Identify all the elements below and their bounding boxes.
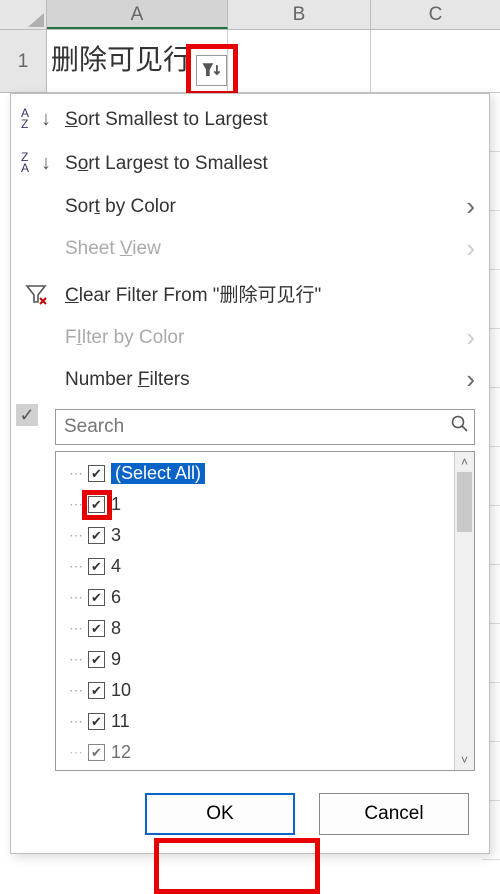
filter-value-item[interactable]: ⋯ ✔ 11 — [68, 706, 454, 737]
ok-button[interactable]: OK — [145, 793, 295, 835]
checkbox-item[interactable]: ✔ — [88, 589, 105, 606]
item-label: 3 — [111, 525, 121, 546]
filter-value-item[interactable]: ⋯ ✔ 6 — [68, 582, 454, 613]
item-label: 1 — [111, 494, 121, 515]
filter-dropdown-button[interactable] — [196, 55, 227, 86]
filter-by-color-item: FIlter by Color — [11, 317, 489, 359]
filter-value-item[interactable]: ⋯ ✔ 3 — [68, 520, 454, 551]
number-filters-item[interactable]: Number Filters — [11, 359, 489, 401]
cell-b1[interactable] — [228, 30, 371, 93]
search-field-wrap — [55, 409, 475, 445]
tree-line-icon: ⋯ — [68, 744, 82, 761]
item-label: 4 — [111, 556, 121, 577]
sort-by-color-item[interactable]: Sort by Color — [11, 186, 489, 228]
tree-line-icon: ⋯ — [68, 620, 82, 637]
filter-value-item[interactable]: ⋯ ✔ 10 — [68, 675, 454, 706]
clear-filter-icon — [23, 281, 49, 307]
item-label: 11 — [111, 711, 130, 732]
select-all-label: (Select All) — [111, 463, 205, 484]
sort-az-icon: AZ↓ — [21, 108, 51, 132]
filter-value-item[interactable]: ⋯ ✔ 1 — [68, 489, 454, 520]
checkbox-item[interactable]: ✔ — [88, 527, 105, 544]
item-label: 8 — [111, 618, 121, 639]
checkbox-item[interactable]: ✔ — [88, 682, 105, 699]
search-icon[interactable] — [446, 415, 474, 439]
tree-line-icon: ⋯ — [68, 682, 82, 699]
cell-c1[interactable] — [371, 30, 500, 93]
checkbox-item[interactable]: ✔ — [88, 558, 105, 575]
tree-line-icon: ⋯ — [68, 496, 82, 513]
panel-apply-check-icon[interactable]: ✓ — [16, 404, 38, 426]
checkbox-item[interactable]: ✔ — [88, 744, 105, 761]
filter-by-color-label: FIlter by Color — [65, 327, 473, 349]
scroll-thumb[interactable] — [457, 472, 472, 532]
number-filters-label: Number Filters — [65, 369, 473, 391]
sort-descending-label: Sort Largest to Smallest — [65, 153, 473, 175]
tree-toggle-icon: ⋯ — [68, 465, 82, 482]
checkbox-select-all[interactable]: ✔ — [88, 465, 105, 482]
clear-filter-item[interactable]: Clear Filter From "删除可见行" — [11, 270, 489, 317]
sheet-view-label: Sheet View — [65, 238, 473, 260]
tree-line-icon: ⋯ — [68, 713, 82, 730]
sheet-view-item: Sheet View — [11, 228, 489, 270]
checkbox-item[interactable]: ✔ — [88, 713, 105, 730]
sort-ascending-label: Sort Smallest to Largest — [65, 109, 473, 131]
select-all-cells-corner[interactable] — [0, 0, 47, 30]
scroll-up-icon[interactable]: ˄ — [455, 452, 474, 472]
checkbox-item[interactable]: ✔ — [88, 651, 105, 668]
list-scrollbar[interactable]: ˄ ˅ — [454, 452, 474, 770]
row-header-1[interactable]: 1 — [0, 30, 47, 93]
filter-search-input[interactable] — [56, 416, 446, 438]
item-label: 9 — [111, 649, 121, 670]
column-header-a[interactable]: A — [47, 0, 228, 29]
tree-line-icon: ⋯ — [68, 558, 82, 575]
filter-values-listbox: ⋯ ✔ (Select All) ⋯ ✔ 1 ⋯ ✔ 3 ⋯ ✔ 4 ⋯ ✔ — [55, 451, 475, 771]
filter-value-item[interactable]: ⋯ ✔ 8 — [68, 613, 454, 644]
sort-by-color-label: Sort by Color — [65, 196, 473, 218]
filter-value-select-all[interactable]: ⋯ ✔ (Select All) — [68, 458, 454, 489]
filter-value-item[interactable]: ⋯ ✔ 4 — [68, 551, 454, 582]
tree-line-icon: ⋯ — [68, 651, 82, 668]
filter-dropdown-panel: AZ↓ Sort Smallest to Largest ZA↓ Sort La… — [10, 93, 490, 854]
sort-ascending-item[interactable]: AZ↓ Sort Smallest to Largest — [11, 98, 489, 142]
filter-value-item[interactable]: ⋯ ✔ 9 — [68, 644, 454, 675]
column-header-b[interactable]: B — [228, 0, 371, 29]
cancel-button[interactable]: Cancel — [319, 793, 469, 835]
item-label: 12 — [111, 742, 131, 763]
tree-line-icon: ⋯ — [68, 527, 82, 544]
tree-line-icon: ⋯ — [68, 589, 82, 606]
checkbox-item[interactable]: ✔ — [88, 496, 105, 513]
item-label: 10 — [111, 680, 131, 701]
scroll-down-icon[interactable]: ˅ — [455, 750, 474, 770]
item-label: 6 — [111, 587, 121, 608]
sort-descending-item[interactable]: ZA↓ Sort Largest to Smallest — [11, 142, 489, 186]
column-header-c[interactable]: C — [371, 0, 500, 29]
funnel-arrow-icon — [197, 56, 226, 85]
checkbox-item[interactable]: ✔ — [88, 620, 105, 637]
clear-filter-label: Clear Filter From "删除可见行" — [65, 280, 473, 307]
sort-za-icon: ZA↓ — [21, 152, 51, 176]
filter-value-item[interactable]: ⋯ ✔ 12 — [68, 737, 454, 768]
